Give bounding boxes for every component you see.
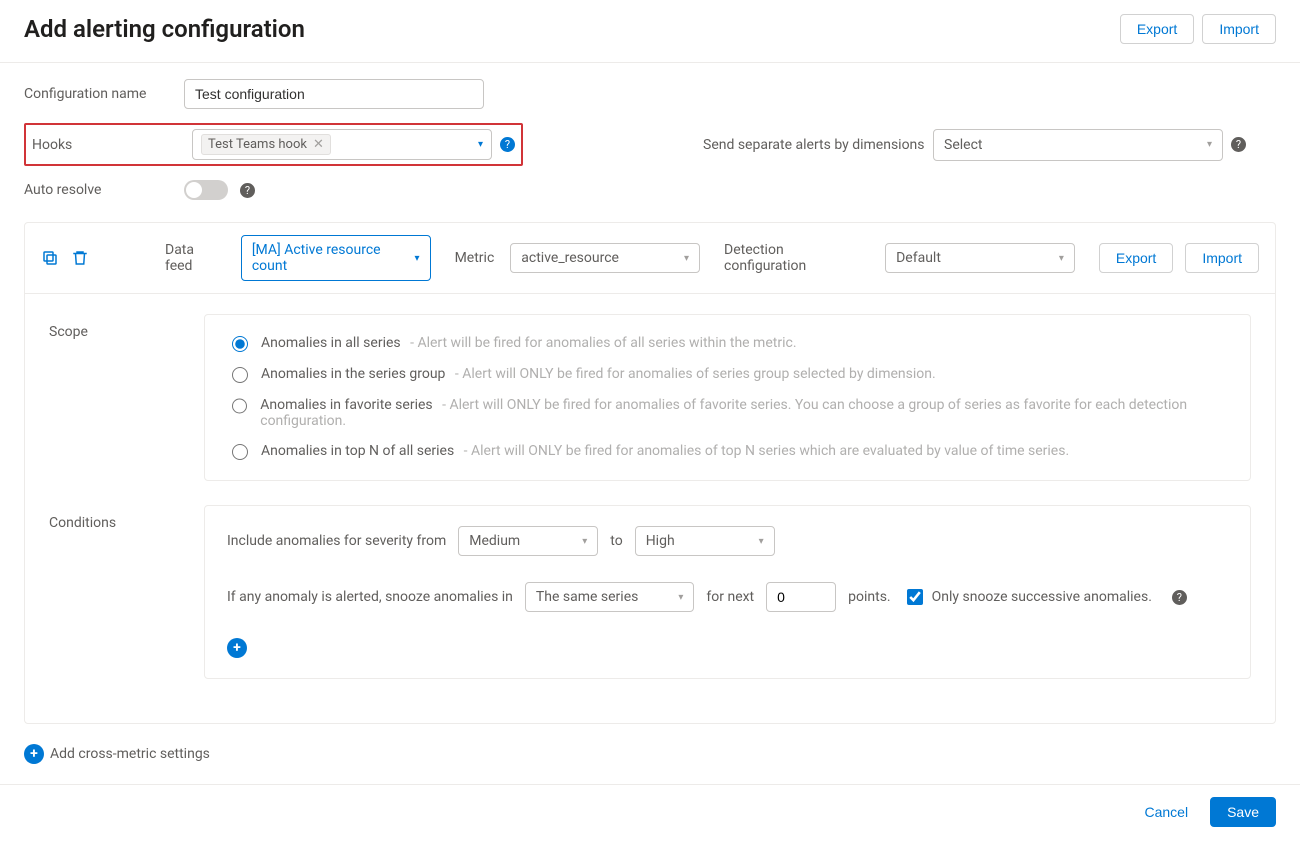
hooks-label: Hooks	[32, 137, 192, 153]
scope-option-title: Anomalies in favorite series	[260, 397, 432, 413]
dimensions-label: Send separate alerts by dimensions	[703, 137, 933, 153]
add-condition-button[interactable]: +	[227, 638, 247, 658]
detection-config-label: Detection configuration	[724, 242, 869, 274]
scope-option-title: Anomalies in top N of all series	[261, 443, 454, 459]
conditions-label: Conditions	[49, 505, 204, 679]
help-icon[interactable]: ?	[1231, 137, 1246, 152]
snooze-scope-value: The same series	[536, 589, 638, 605]
hook-chip: Test Teams hook ✕	[201, 134, 331, 155]
metric-label: Metric	[455, 250, 495, 266]
data-feed-select[interactable]: [MA] Active resource count ▾	[241, 235, 431, 281]
scope-radio-topn[interactable]	[232, 444, 248, 460]
copy-icon[interactable]	[41, 249, 59, 267]
scope-radio-all[interactable]	[232, 336, 248, 352]
panel-import-button[interactable]: Import	[1185, 243, 1259, 273]
snooze-cb-label: Only snooze successive anomalies.	[932, 589, 1152, 605]
scope-option-title: Anomalies in the series group	[261, 366, 445, 382]
metric-select[interactable]: active_resource ▾	[510, 243, 700, 273]
save-button[interactable]: Save	[1210, 797, 1276, 827]
chevron-down-icon: ▾	[1059, 253, 1064, 264]
auto-resolve-toggle[interactable]	[184, 180, 228, 200]
page-title: Add alerting configuration	[24, 15, 305, 43]
data-feed-label: Data feed	[165, 242, 225, 274]
scope-label: Scope	[49, 314, 204, 481]
snooze-prefix: If any anomaly is alerted, snooze anomal…	[227, 589, 513, 605]
data-feed-value: [MA] Active resource count	[252, 242, 399, 274]
snooze-scope-select[interactable]: The same series ▾	[525, 582, 694, 612]
delete-icon[interactable]	[71, 249, 89, 267]
dimensions-placeholder: Select	[944, 137, 982, 153]
chevron-down-icon: ▾	[415, 253, 420, 264]
chevron-down-icon: ▾	[582, 536, 587, 547]
panel-export-button[interactable]: Export	[1099, 243, 1173, 273]
metric-value: active_resource	[521, 250, 619, 266]
add-cross-metric-button[interactable]: +	[24, 744, 44, 764]
chevron-down-icon: ▾	[478, 139, 483, 150]
snooze-mid: for next	[706, 589, 754, 605]
chevron-down-icon: ▾	[678, 592, 683, 603]
cross-metric-label: Add cross-metric settings	[50, 746, 210, 762]
hook-chip-label: Test Teams hook	[208, 137, 307, 152]
export-button[interactable]: Export	[1120, 14, 1194, 44]
dimensions-select[interactable]: Select ▾	[933, 129, 1223, 161]
hooks-select[interactable]: Test Teams hook ✕ ▾	[192, 129, 492, 160]
scope-option-title: Anomalies in all series	[261, 335, 401, 351]
chevron-down-icon: ▾	[759, 536, 764, 547]
snooze-successive-checkbox[interactable]	[907, 589, 923, 605]
severity-to-select[interactable]: High ▾	[635, 526, 775, 556]
severity-to-value: High	[646, 533, 675, 549]
hook-chip-remove-icon[interactable]: ✕	[313, 137, 324, 152]
help-icon[interactable]: ?	[500, 137, 515, 152]
scope-option-desc: - Alert will ONLY be fired for anomalies…	[464, 443, 1070, 459]
severity-prefix: Include anomalies for severity from	[227, 533, 446, 549]
scope-radio-group[interactable]	[232, 367, 248, 383]
help-icon[interactable]: ?	[1172, 590, 1187, 605]
severity-from-select[interactable]: Medium ▾	[458, 526, 598, 556]
severity-to-label: to	[610, 533, 622, 549]
chevron-down-icon: ▾	[684, 253, 689, 264]
chevron-down-icon: ▾	[1207, 139, 1212, 150]
import-button[interactable]: Import	[1202, 14, 1276, 44]
config-name-input[interactable]	[184, 79, 484, 109]
config-name-label: Configuration name	[24, 86, 184, 102]
detection-config-select[interactable]: Default ▾	[885, 243, 1075, 273]
scope-option-desc: - Alert will ONLY be fired for anomalies…	[455, 366, 936, 382]
auto-resolve-label: Auto resolve	[24, 182, 184, 198]
hooks-highlight: Hooks Test Teams hook ✕ ▾ ?	[24, 123, 523, 166]
detection-config-value: Default	[896, 250, 941, 266]
snooze-value-input[interactable]	[766, 582, 836, 612]
help-icon[interactable]: ?	[240, 183, 255, 198]
scope-radio-favorite[interactable]	[232, 398, 247, 414]
snooze-suffix: points.	[848, 589, 890, 605]
cancel-button[interactable]: Cancel	[1130, 798, 1202, 826]
severity-from-value: Medium	[469, 533, 520, 549]
scope-option-desc: - Alert will be fired for anomalies of a…	[410, 335, 796, 351]
